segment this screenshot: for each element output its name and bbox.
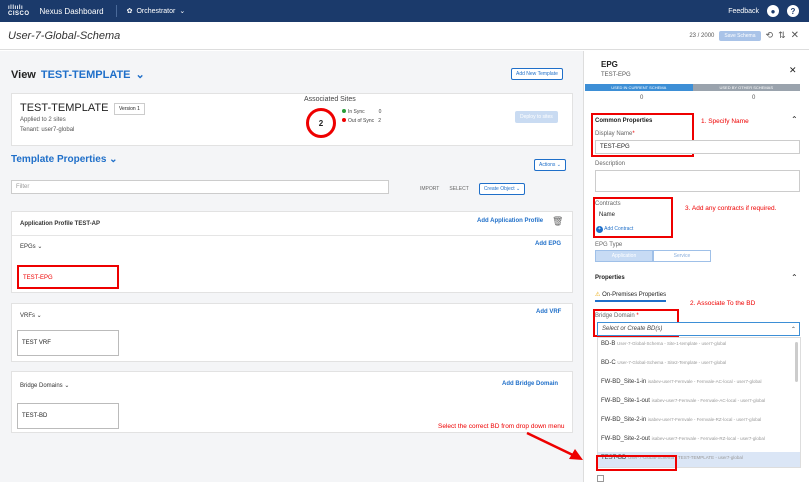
app-name: Nexus Dashboard	[39, 6, 104, 16]
filter-input[interactable]: Filter	[11, 180, 389, 194]
bd-option[interactable]: FW-BD_Site-2-in isabev-user7-Fernvale - …	[598, 414, 800, 433]
divider	[12, 235, 572, 236]
chevron-up-icon: ⌃	[789, 327, 795, 333]
sync-legend: In Sync 0 Out of Sync 2	[342, 108, 381, 126]
warning-icon: ⚠	[595, 292, 601, 298]
add-app-profile-link[interactable]: Add Application Profile	[477, 218, 543, 224]
panel-subtitle: TEST-EPG	[601, 72, 631, 78]
object-counter: 23 / 2000	[689, 32, 715, 39]
refresh-icon[interactable]: ⇅	[778, 30, 786, 41]
associated-sites-title: Associated Sites	[304, 96, 356, 103]
epg-type-toggle[interactable]: Application Service	[595, 250, 711, 262]
vrfs-label: VRFs ⌄	[20, 313, 42, 319]
app-profile-card: Application Profile TEST-AP Add Applicat…	[11, 211, 573, 293]
select-button[interactable]: SELECT	[449, 186, 468, 192]
properties-label: Properties	[595, 275, 625, 281]
out-sync-dot	[342, 118, 346, 122]
bd-item[interactable]: TEST-BD	[17, 403, 119, 429]
description-field[interactable]	[595, 170, 800, 192]
chevron-up-icon[interactable]: ⌃	[791, 273, 798, 282]
annotation-contracts: 3. Add any contracts if required.	[685, 205, 777, 212]
panel-title: EPG	[601, 60, 618, 69]
onprem-tab[interactable]: ⚠ On-Premises Properties	[595, 291, 667, 302]
add-vrf-link[interactable]: Add VRF	[536, 309, 561, 315]
bd-option[interactable]: FW-BD_Site-1-out isabev-user7-Fernvale -…	[598, 395, 800, 414]
close-panel-icon[interactable]: ✕	[789, 65, 797, 76]
feedback-link[interactable]: Feedback	[728, 8, 759, 15]
history-icon[interactable]: ⟲	[766, 30, 774, 41]
schema-header: User-7-Global-Schema 23 / 2000 Save Sche…	[0, 22, 809, 50]
display-name-label: Display Name*	[595, 131, 635, 137]
bridge-domain-select[interactable]: Select or Create BD(s) ⌃	[597, 322, 800, 336]
contracts-name-column: Name	[599, 212, 616, 218]
bridge-domain-label: Bridge Domain *	[595, 313, 639, 319]
view-selector[interactable]: View TEST-TEMPLATE ⌄	[11, 68, 145, 82]
usage-bar: USED IN CURRENT SCHEMA USED BY OTHER SCH…	[585, 84, 800, 91]
divider	[115, 5, 117, 17]
chevron-down-icon: ⌄	[135, 69, 145, 81]
annotation-specify-name: 1. Specify Name	[701, 118, 749, 125]
annotation-associate-bd: 2. Associate To the BD	[690, 300, 756, 307]
template-properties-title[interactable]: Template Properties ⌄	[11, 154, 118, 165]
object-tools: IMPORT SELECT Create Object ⌄	[420, 183, 526, 195]
contracts-label: Contracts	[595, 201, 621, 207]
bridge-domain-dropdown: BD-B User-7-Global-Schema - Site-1-templ…	[597, 337, 801, 468]
bd-option[interactable]: FW-BD_Site-2-out isabev-user7-Fernvale -…	[598, 433, 800, 452]
app-profile-title: Application Profile TEST-AP	[20, 221, 101, 227]
add-contract-link[interactable]: + Add Contract	[596, 226, 633, 233]
actions-button[interactable]: Actions ⌄	[534, 159, 566, 171]
display-name-field[interactable]: TEST-EPG	[595, 140, 800, 154]
used-other-count: 0	[752, 95, 756, 101]
type-service[interactable]: Service	[653, 250, 711, 262]
epg-item[interactable]: TEST-EPG	[17, 265, 119, 289]
applied-sites: Applied to 2 sites	[20, 117, 66, 123]
bd-option[interactable]: FW-BD_Site-1-in isabev-user7-Fernvale - …	[598, 376, 800, 395]
import-button[interactable]: IMPORT	[420, 186, 439, 192]
template-name: TEST-TEMPLATE	[20, 102, 109, 114]
chevron-down-icon: ⌄	[179, 8, 186, 15]
scrollbar[interactable]	[795, 342, 798, 382]
close-icon[interactable]: ✕	[791, 30, 799, 41]
used-current-label: USED IN CURRENT SCHEMA	[585, 84, 693, 91]
vrf-item[interactable]: TEST VRF	[17, 330, 119, 356]
vrfs-card: VRFs ⌄ Add VRF TEST VRF	[11, 303, 573, 362]
site-count-ring: 2	[306, 108, 336, 138]
common-properties-label: Common Properties	[595, 118, 653, 124]
user-icon[interactable]: ●	[767, 5, 779, 17]
annotation-select-bd: Select the correct BD from drop down men…	[438, 423, 565, 430]
help-icon[interactable]: ?	[787, 5, 799, 17]
schema-title: User-7-Global-Schema	[8, 29, 121, 42]
template-card: TEST-TEMPLATE Version 1 Applied to 2 sit…	[11, 93, 573, 146]
bridge-domains-label: Bridge Domains ⌄	[20, 383, 70, 389]
epgs-label: EPGs ⌄	[20, 244, 43, 250]
add-bd-link[interactable]: Add Bridge Domain	[502, 381, 558, 387]
epg-type-label: EPG Type	[595, 242, 623, 248]
cisco-logo: ıllıılı CISCO	[8, 5, 30, 17]
orchestrator-icon: ✿	[126, 8, 133, 15]
bd-option[interactable]: BD-B User-7-Global-Schema - Site-1-templ…	[598, 338, 800, 357]
type-application[interactable]: Application	[595, 250, 653, 262]
version-badge: Version 1	[114, 103, 145, 115]
tenant-label: Tenant: user7-global	[20, 127, 75, 133]
used-other-label: USED BY OTHER SCHEMAS	[692, 84, 800, 91]
trash-icon[interactable]: 🗑	[552, 216, 563, 227]
schema-main: View TEST-TEMPLATE ⌄ Add New Template TE…	[0, 51, 583, 482]
plus-icon: +	[596, 226, 603, 233]
service-selector[interactable]: ✿ Orchestrator ⌄	[126, 7, 186, 16]
bd-option[interactable]: BD-C User-7-Global-Schema - Site2-Templa…	[598, 357, 800, 376]
add-template-button[interactable]: Add New Template	[511, 68, 563, 80]
in-sync-dot	[342, 109, 346, 113]
deploy-button[interactable]: Deploy to sites	[515, 111, 558, 123]
annotation-arrow	[526, 431, 583, 460]
top-nav-bar: ıllıılı CISCO Nexus Dashboard ✿ Orchestrat…	[0, 0, 809, 22]
test-bd-highlight	[596, 455, 677, 471]
used-current-count: 0	[640, 95, 644, 101]
save-schema-button[interactable]: Save Schema	[719, 30, 761, 41]
add-epg-link[interactable]: Add EPG	[535, 241, 561, 247]
description-label: Description	[595, 161, 626, 167]
checkbox[interactable]	[597, 475, 604, 482]
chevron-up-icon[interactable]: ⌃	[791, 115, 798, 124]
epg-properties-panel: EPG TEST-EPG ✕ USED IN CURRENT SCHEMA US…	[583, 51, 809, 482]
create-object-button[interactable]: Create Object ⌄	[478, 183, 526, 195]
